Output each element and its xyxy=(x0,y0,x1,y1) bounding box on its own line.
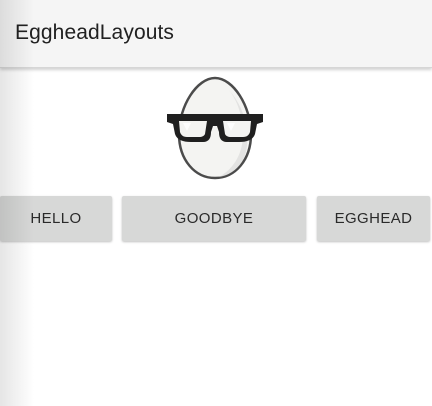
app-bar: EggheadLayouts xyxy=(0,0,432,68)
app-screen: EggheadLayouts HELLO GOODBYE EGGHEAD xyxy=(0,0,432,406)
hello-button[interactable]: HELLO xyxy=(0,196,112,241)
goodbye-button[interactable]: GOODBYE xyxy=(122,196,306,241)
app-title: EggheadLayouts xyxy=(15,21,175,44)
egghead-glasses-icon xyxy=(167,76,263,180)
egghead-button[interactable]: EGGHEAD xyxy=(317,196,430,241)
